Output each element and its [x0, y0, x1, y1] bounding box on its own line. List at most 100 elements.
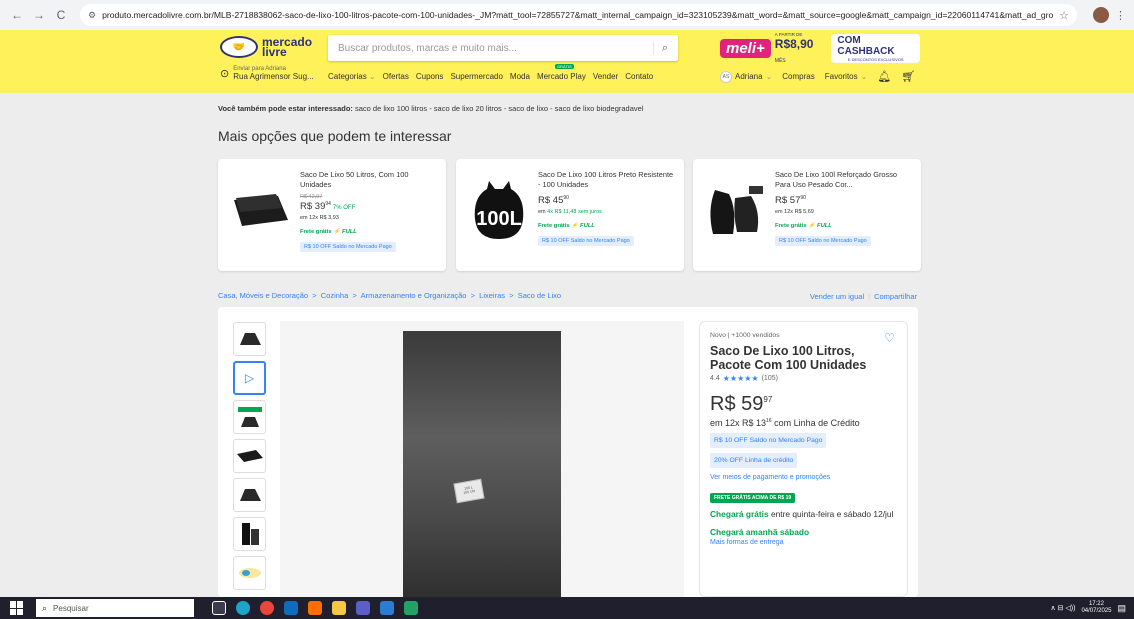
notification-icon[interactable]: ▤ [1117, 603, 1126, 614]
main-nav: Categorias Ofertas Cupons Supermercado M… [328, 64, 653, 81]
product-price-cents: 97 [763, 395, 773, 404]
address-bar[interactable]: ⚙ produto.mercadolivre.com.br/MLB-271883… [80, 4, 1077, 26]
nav-supermercado[interactable]: Supermercado [450, 72, 502, 81]
nav-cupons[interactable]: Cupons [416, 72, 444, 81]
card-free-shipping: Frete grátis [538, 223, 570, 230]
gallery-thumbnails: ▷ [233, 322, 266, 590]
shipping-tomorrow: Chegará amanhã sábado [710, 527, 810, 537]
search-icon[interactable]: ⌕ [652, 41, 668, 55]
shipping-free-label: Chegará grátis [710, 509, 769, 519]
trash-bag-photo: 100 L 100 UN [403, 331, 561, 597]
more-delivery-link[interactable]: Mais formas de entrega [710, 539, 897, 546]
breadcrumb-actions: Vender um igual | Compartilhar [810, 292, 917, 301]
browser-toolbar: ← → C ⚙ produto.mercadolivre.com.br/MLB-… [0, 0, 1134, 30]
clock-date: 04/07/2025 [1081, 608, 1112, 614]
back-arrow-icon[interactable]: ← [8, 6, 26, 24]
nav-vender[interactable]: Vender [593, 72, 618, 81]
task-view-icon[interactable] [212, 601, 226, 615]
nav-moda[interactable]: Moda [510, 72, 530, 81]
tray-icons[interactable]: ∧ ⊟ ◁)) [1051, 604, 1076, 612]
edge-icon[interactable] [236, 601, 250, 615]
browser-menu-icon[interactable]: ⋮ [1115, 9, 1126, 22]
product-card[interactable]: Saco De Lixo 100l Reforçado Grosso Para … [693, 159, 921, 271]
free-shipping-badge: FRETE GRÁTIS ACIMA DE R$ 19 [710, 493, 796, 503]
word-icon[interactable] [380, 601, 394, 615]
compras-link[interactable]: Compras [782, 72, 814, 81]
search-placeholder: Buscar produtos, marcas e muito mais... [338, 42, 517, 54]
card-discount: 7% OFF [332, 205, 356, 212]
user-area: AS Adriana ⌄ Compras Favoritos ⌄ 🔔︎ 🛒︎ [720, 70, 915, 83]
shipping-estimate: Chegará grátis entre quinta-feira e sába… [710, 509, 897, 520]
location-pin-icon: ⊙ [220, 68, 230, 80]
share-link[interactable]: Compartilhar [874, 292, 917, 301]
more-options-title: Mais opções que podem te interessar [218, 128, 452, 144]
search-input[interactable]: Buscar produtos, marcas e muito mais... … [328, 35, 678, 61]
windows-taskbar: ⌕ Pesquisar ∧ ⊟ ◁)) 17:22 04/07/2025 ▤ [0, 597, 1134, 619]
nav-categorias[interactable]: Categorias [328, 72, 376, 81]
nav-contato[interactable]: Contato [625, 72, 653, 81]
gallery-thumbnail-video[interactable]: ▷ [233, 361, 266, 395]
chrome-icon[interactable] [260, 601, 274, 615]
reload-icon[interactable]: C [52, 6, 70, 24]
user-avatar: AS [720, 70, 732, 83]
related-label: Você também pode estar interessado: [218, 104, 353, 113]
card-promo-tag: R$ 10 OFF Saldo no Mercado Pago [300, 242, 396, 253]
search-icon: ⌕ [42, 602, 48, 613]
site-header: 🤝 mercado livre Buscar produtos, marcas … [0, 30, 1134, 93]
windows-start-icon[interactable] [10, 601, 24, 615]
heart-icon[interactable]: ♡ [884, 331, 895, 345]
app-icon[interactable] [308, 601, 322, 615]
mercado-livre-logo[interactable]: 🤝 mercado livre [220, 36, 312, 58]
installment-prefix: em 12x R$ 13 [710, 418, 767, 428]
site-info-icon[interactable]: ⚙ [88, 10, 96, 21]
gallery-thumbnail[interactable] [233, 439, 266, 473]
card-price: R$ 57 [775, 195, 801, 207]
product-card[interactable]: Saco De Lixo 50 Litros, Com 100 Unidades… [218, 159, 446, 271]
nav-mercado-play[interactable]: GRÁTIS Mercado Play [537, 64, 586, 81]
file-explorer-icon[interactable] [332, 601, 346, 615]
profile-avatar[interactable] [1093, 7, 1109, 23]
nav-ofertas[interactable]: Ofertas [383, 72, 409, 81]
user-menu[interactable]: AS Adriana ⌄ [720, 70, 772, 83]
sell-one-link[interactable]: Vender um igual [810, 292, 864, 301]
cart-icon[interactable]: 🛒︎ [901, 70, 915, 83]
installment-suffix: com Linha de Crédito [771, 418, 860, 428]
bookmark-star-icon[interactable]: ☆ [1059, 9, 1069, 22]
product-thumbnail [228, 175, 294, 245]
url-text[interactable]: produto.mercadolivre.com.br/MLB-27188380… [102, 10, 1053, 20]
bell-icon[interactable]: 🔔︎ [877, 70, 891, 83]
taskbar-search[interactable]: ⌕ Pesquisar [36, 599, 194, 617]
product-card[interactable]: 100L Saco De Lixo 100 Litros Preto Resis… [456, 159, 684, 271]
location-address: Rua Agrimensor Sug... [233, 72, 314, 81]
main-product-image[interactable]: 100 L 100 UN [280, 321, 684, 597]
excel-icon[interactable] [404, 601, 418, 615]
product-rating[interactable]: 4.4 ★★★★★ (105) [710, 374, 897, 383]
promo-period: MÊS [774, 57, 786, 64]
outlook-icon[interactable] [284, 601, 298, 615]
clock-time: 17:22 [1088, 601, 1104, 607]
card-installment: em 12x R$ 5,69 [775, 209, 814, 216]
breadcrumb[interactable]: Casa, Móveis e Decoração > Cozinha > Arm… [218, 291, 561, 300]
meli-plus-promo[interactable]: meli+ A PARTIR DE R$8,90 MÊS COM CASHBAC… [720, 32, 920, 64]
favoritos-link[interactable]: Favoritos ⌄ [825, 72, 868, 81]
gallery-thumbnail[interactable] [233, 556, 266, 590]
card-promo-tag: R$ 10 OFF Saldo no Mercado Pago [538, 236, 634, 247]
teams-icon[interactable] [356, 601, 370, 615]
delivery-location[interactable]: ⊙ Enviar para Adriana Rua Agrimensor Sug… [220, 66, 314, 81]
gallery-thumbnail[interactable] [233, 478, 266, 512]
rating-value: 4.4 [710, 375, 720, 382]
cashback-subtitle: E DESCONTOS EXCLUSIVOS [847, 56, 904, 62]
related-items[interactable]: saco de lixo 100 litros - saco de lixo 2… [355, 104, 643, 113]
payment-methods-link[interactable]: Ver meios de pagamento e promoções [710, 474, 897, 481]
cashback-title: COM CASHBACK [837, 34, 895, 57]
gallery-thumbnail[interactable] [233, 322, 266, 356]
review-count: (105) [761, 375, 778, 382]
product-panel: ▷ 100 L 100 UN Novo | +1000 vendidos ♡ S… [218, 307, 918, 597]
cashback-banner: COM CASHBACK E DESCONTOS EXCLUSIVOS [831, 33, 920, 63]
taskbar-apps [212, 601, 418, 615]
forward-arrow-icon[interactable]: → [30, 6, 48, 24]
bag-label: 100 L 100 UN [453, 478, 485, 504]
gallery-thumbnail[interactable] [233, 400, 266, 434]
gallery-thumbnail[interactable] [233, 517, 266, 551]
clock[interactable]: 17:22 04/07/2025 [1081, 601, 1111, 615]
